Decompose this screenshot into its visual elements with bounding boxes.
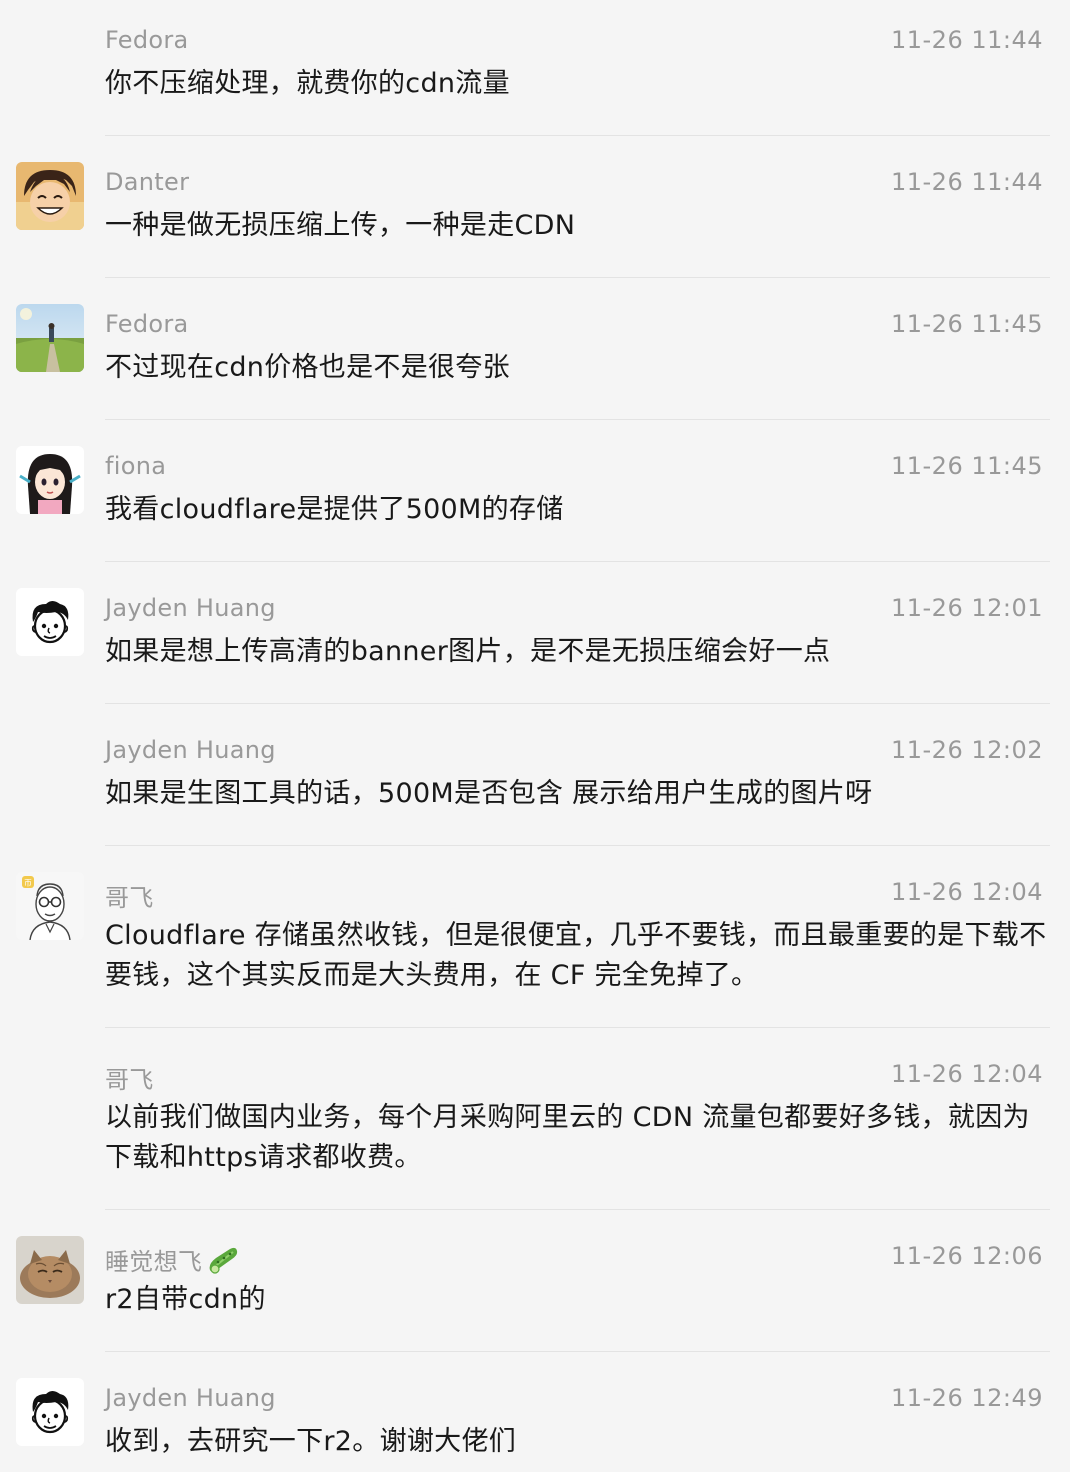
message-text: 一种是做无损压缩上传，一种是走CDN — [105, 210, 576, 241]
message-item[interactable]: 睡觉想飞 11-26 12:06 r2自带cdn的 — [0, 1216, 1070, 1352]
sender-name[interactable]: 哥飞 — [105, 1060, 154, 1095]
glasses-man-avatar[interactable]: 币 — [16, 872, 84, 940]
message-text: Cloudflare 存储虽然收钱，但是很便宜，几乎不要钱，而且最重要的是下载不… — [105, 920, 1047, 991]
message-item[interactable]: 币 哥飞 11-26 12:04 Cloudflare 存储虽然收钱，但是很便宜… — [0, 852, 1070, 1028]
landscape-avatar[interactable] — [16, 304, 84, 372]
sender-name[interactable]: 睡觉想飞 — [105, 1242, 240, 1280]
sender-name[interactable]: Danter — [105, 168, 189, 196]
message-text: 我看cloudflare是提供了500M的存储 — [105, 494, 564, 525]
sender-name[interactable]: fiona — [105, 452, 166, 480]
message-divider — [105, 135, 1050, 136]
message-divider — [105, 277, 1050, 278]
sender-name[interactable]: Fedora — [105, 310, 189, 338]
anime-boy-avatar[interactable] — [16, 162, 84, 230]
message-divider — [105, 1027, 1050, 1028]
message-time: 11-26 12:06 — [890, 1242, 1043, 1270]
message-divider — [105, 419, 1050, 420]
message-item[interactable]: Fedora 11-26 11:44 你不压缩处理，就费你的cdn流量 — [0, 0, 1070, 136]
cucumber-icon — [206, 1246, 240, 1280]
svg-text:币: 币 — [24, 879, 32, 888]
message-text: 如果是想上传高清的banner图片，是不是无损压缩会好一点 — [105, 636, 831, 667]
message-divider — [105, 1351, 1050, 1352]
message-time: 11-26 12:02 — [890, 736, 1043, 764]
cat-avatar[interactable] — [16, 1236, 84, 1304]
cartoon-face-avatar[interactable] — [16, 588, 84, 656]
message-time: 11-26 11:44 — [890, 26, 1043, 54]
message-text: 如果是生图工具的话，500M是否包含 展示给用户生成的图片呀 — [105, 778, 873, 809]
message-text: 不过现在cdn价格也是不是很夸张 — [105, 352, 510, 383]
message-text: 以前我们做国内业务，每个月采购阿里云的 CDN 流量包都要好多钱，就因为下载和h… — [105, 1102, 1030, 1173]
anime-girl-avatar[interactable] — [16, 446, 84, 514]
sender-name[interactable]: Jayden Huang — [105, 1384, 276, 1412]
message-item[interactable]: Fedora 11-26 11:45 不过现在cdn价格也是不是很夸张 — [0, 284, 1070, 420]
message-time: 11-26 11:44 — [890, 168, 1043, 196]
sender-name[interactable]: Jayden Huang — [105, 736, 276, 764]
message-item[interactable]: Jayden Huang 11-26 12:02 如果是生图工具的话，500M是… — [0, 710, 1070, 846]
message-time: 11-26 11:45 — [890, 452, 1043, 480]
chat-message-list[interactable]: Fedora 11-26 11:44 你不压缩处理，就费你的cdn流量 Dant… — [0, 0, 1070, 1472]
sender-name-text: 睡觉想飞 — [105, 1248, 203, 1276]
message-text: 你不压缩处理，就费你的cdn流量 — [105, 68, 510, 99]
message-time: 11-26 12:04 — [890, 878, 1043, 906]
message-text: 收到，去研究一下r2。谢谢大佬们 — [105, 1426, 517, 1457]
message-time: 11-26 12:04 — [890, 1060, 1043, 1088]
message-time: 11-26 11:45 — [890, 310, 1043, 338]
message-time: 11-26 12:49 — [890, 1384, 1043, 1412]
message-item[interactable]: fiona 11-26 11:45 我看cloudflare是提供了500M的存… — [0, 426, 1070, 562]
message-item[interactable]: Danter 11-26 11:44 一种是做无损压缩上传，一种是走CDN — [0, 142, 1070, 278]
sender-name[interactable]: Jayden Huang — [105, 594, 276, 622]
message-item[interactable]: 哥飞 11-26 12:04 以前我们做国内业务，每个月采购阿里云的 CDN 流… — [0, 1034, 1070, 1210]
sender-name[interactable]: Fedora — [105, 26, 189, 54]
message-divider — [105, 561, 1050, 562]
message-item[interactable]: Jayden Huang 11-26 12:01 如果是想上传高清的banner… — [0, 568, 1070, 704]
message-text: r2自带cdn的 — [105, 1284, 266, 1315]
message-divider — [105, 1209, 1050, 1210]
cartoon-face-avatar[interactable] — [16, 1378, 84, 1446]
message-divider — [105, 845, 1050, 846]
sender-name[interactable]: 哥飞 — [105, 878, 154, 913]
message-time: 11-26 12:01 — [890, 594, 1043, 622]
message-item[interactable]: Jayden Huang 11-26 12:49 收到，去研究一下r2。谢谢大佬… — [0, 1358, 1070, 1472]
message-divider — [105, 703, 1050, 704]
